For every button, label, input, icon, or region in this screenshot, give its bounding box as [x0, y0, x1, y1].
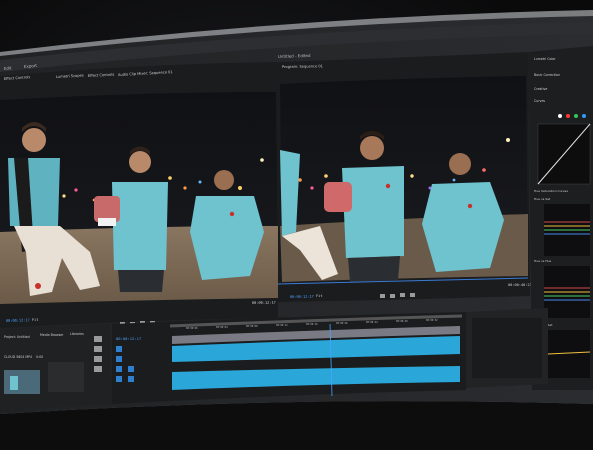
svg-text:00:00:28: 00:00:28: [396, 320, 408, 323]
svg-text:0:00: 0:00: [36, 355, 43, 359]
svg-text:Creative: Creative: [534, 87, 547, 91]
svg-text:00:00:12:17: 00:00:12:17: [252, 301, 276, 305]
svg-text:Curves: Curves: [534, 99, 545, 103]
hue-vs-sat-curve: [544, 204, 590, 256]
svg-text:Edit: Edit: [4, 65, 13, 71]
svg-text:00:00:20: 00:00:20: [336, 322, 348, 325]
svg-text:00:00:12:17: 00:00:12:17: [290, 295, 314, 299]
svg-text:00:00:32: 00:00:32: [426, 319, 438, 322]
hue-vs-hue-curve: [544, 266, 590, 318]
svg-text:00:00:12: 00:00:12: [276, 324, 288, 327]
svg-text:00:00:12:17: 00:00:12:17: [6, 318, 30, 323]
svg-text:Libraries: Libraries: [70, 332, 84, 336]
luma-vs-sat-curve: [547, 330, 591, 378]
monitor-photo: Edit Export Untitled - Edited Effect Con…: [0, 10, 593, 450]
svg-text:Hue Saturation Curves: Hue Saturation Curves: [534, 189, 568, 193]
svg-text:00:00:04: 00:00:04: [216, 326, 228, 329]
svg-text:Basic Correction: Basic Correction: [534, 73, 560, 77]
svg-text:Project: Untitled: Project: Untitled: [4, 335, 30, 339]
svg-text:Media Browser: Media Browser: [40, 333, 64, 337]
svg-text:Program: Sequence 01: Program: Sequence 01: [282, 64, 323, 69]
svg-text:Hue vs Hue: Hue vs Hue: [534, 259, 551, 263]
svg-text:00:00:16: 00:00:16: [306, 323, 318, 326]
svg-text:00:00:46:23: 00:00:46:23: [508, 283, 532, 287]
svg-text:00:00:12:17: 00:00:12:17: [116, 336, 141, 341]
svg-text:Hue vs Sat: Hue vs Sat: [534, 197, 551, 201]
svg-text:Fit: Fit: [316, 294, 323, 298]
svg-text:Lumetri Color: Lumetri Color: [534, 57, 556, 61]
svg-text:CLOUD 5804 MP4: CLOUD 5804 MP4: [4, 355, 32, 359]
svg-text:00:00:24: 00:00:24: [366, 321, 378, 324]
svg-text:00:00:00: 00:00:00: [186, 327, 198, 330]
svg-text:Fit: Fit: [32, 318, 39, 322]
svg-text:00:00:08: 00:00:08: [246, 325, 258, 328]
